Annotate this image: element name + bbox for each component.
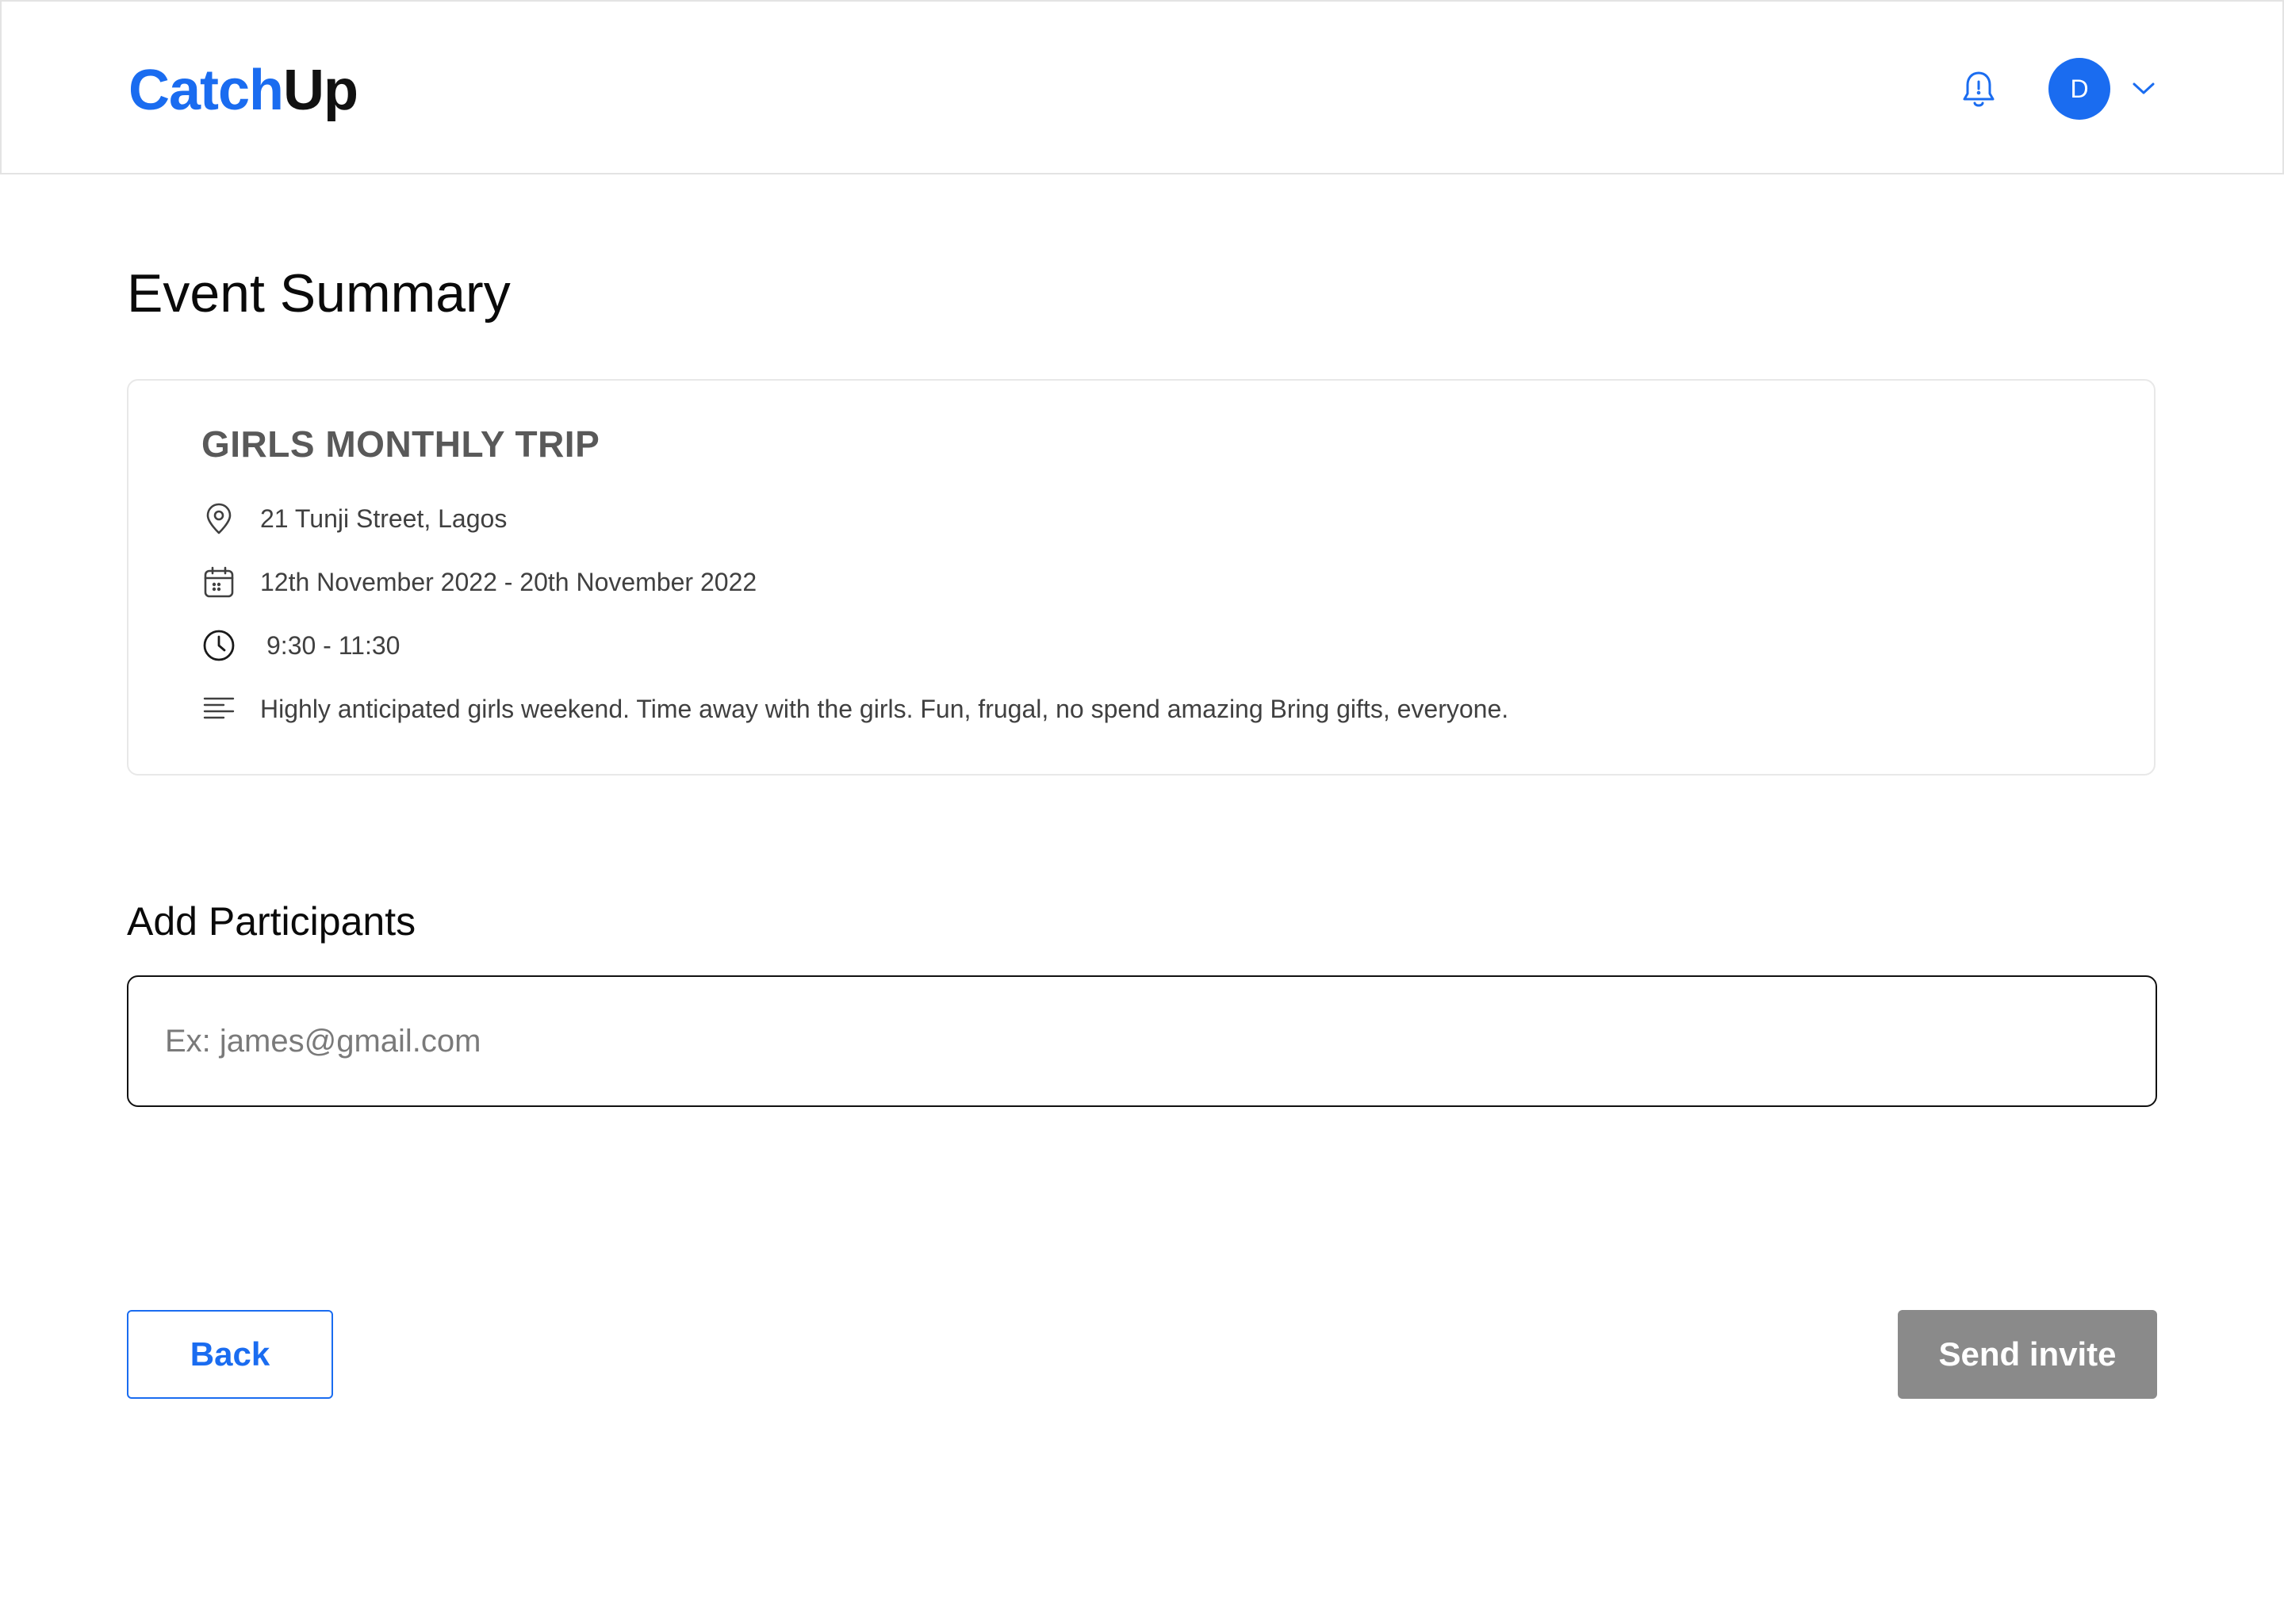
app-logo[interactable]: CatchUp (128, 59, 358, 122)
add-participants-label: Add Participants (127, 899, 416, 944)
event-dates-row: 12th November 2022 - 20th November 2022 (201, 561, 757, 603)
event-summary-card: GIRLS MONTHLY TRIP 21 Tunji Street, Lago… (127, 379, 2156, 776)
text-lines-icon (203, 697, 235, 719)
clock-icon (203, 630, 235, 661)
back-button[interactable]: Back (127, 1310, 333, 1399)
calendar-icon (204, 566, 234, 598)
logo-text-catch: Catch (128, 59, 284, 122)
event-description: Highly anticipated girls weekend. Time a… (260, 694, 1509, 723)
chevron-down-icon[interactable] (2131, 78, 2156, 98)
page-title: Event Summary (127, 263, 511, 324)
top-header: CatchUp D (0, 0, 2284, 174)
event-location-row: 21 Tunji Street, Lagos (201, 498, 507, 539)
logo-text-up: Up (283, 59, 358, 122)
event-location: 21 Tunji Street, Lagos (260, 504, 508, 533)
event-name: GIRLS MONTHLY TRIP (201, 423, 600, 465)
event-time: 9:30 - 11:30 (266, 630, 400, 660)
location-pin-icon (206, 503, 232, 534)
event-description-row: Highly anticipated girls weekend. Time a… (201, 688, 1508, 730)
send-invite-button[interactable]: Send invite (1898, 1310, 2157, 1399)
avatar[interactable]: D (2048, 58, 2110, 120)
event-time-row: 9:30 - 11:30 (201, 625, 400, 666)
bell-icon[interactable] (1960, 70, 1997, 109)
participant-email-input[interactable] (127, 975, 2157, 1107)
event-dates: 12th November 2022 - 20th November 2022 (260, 567, 757, 596)
